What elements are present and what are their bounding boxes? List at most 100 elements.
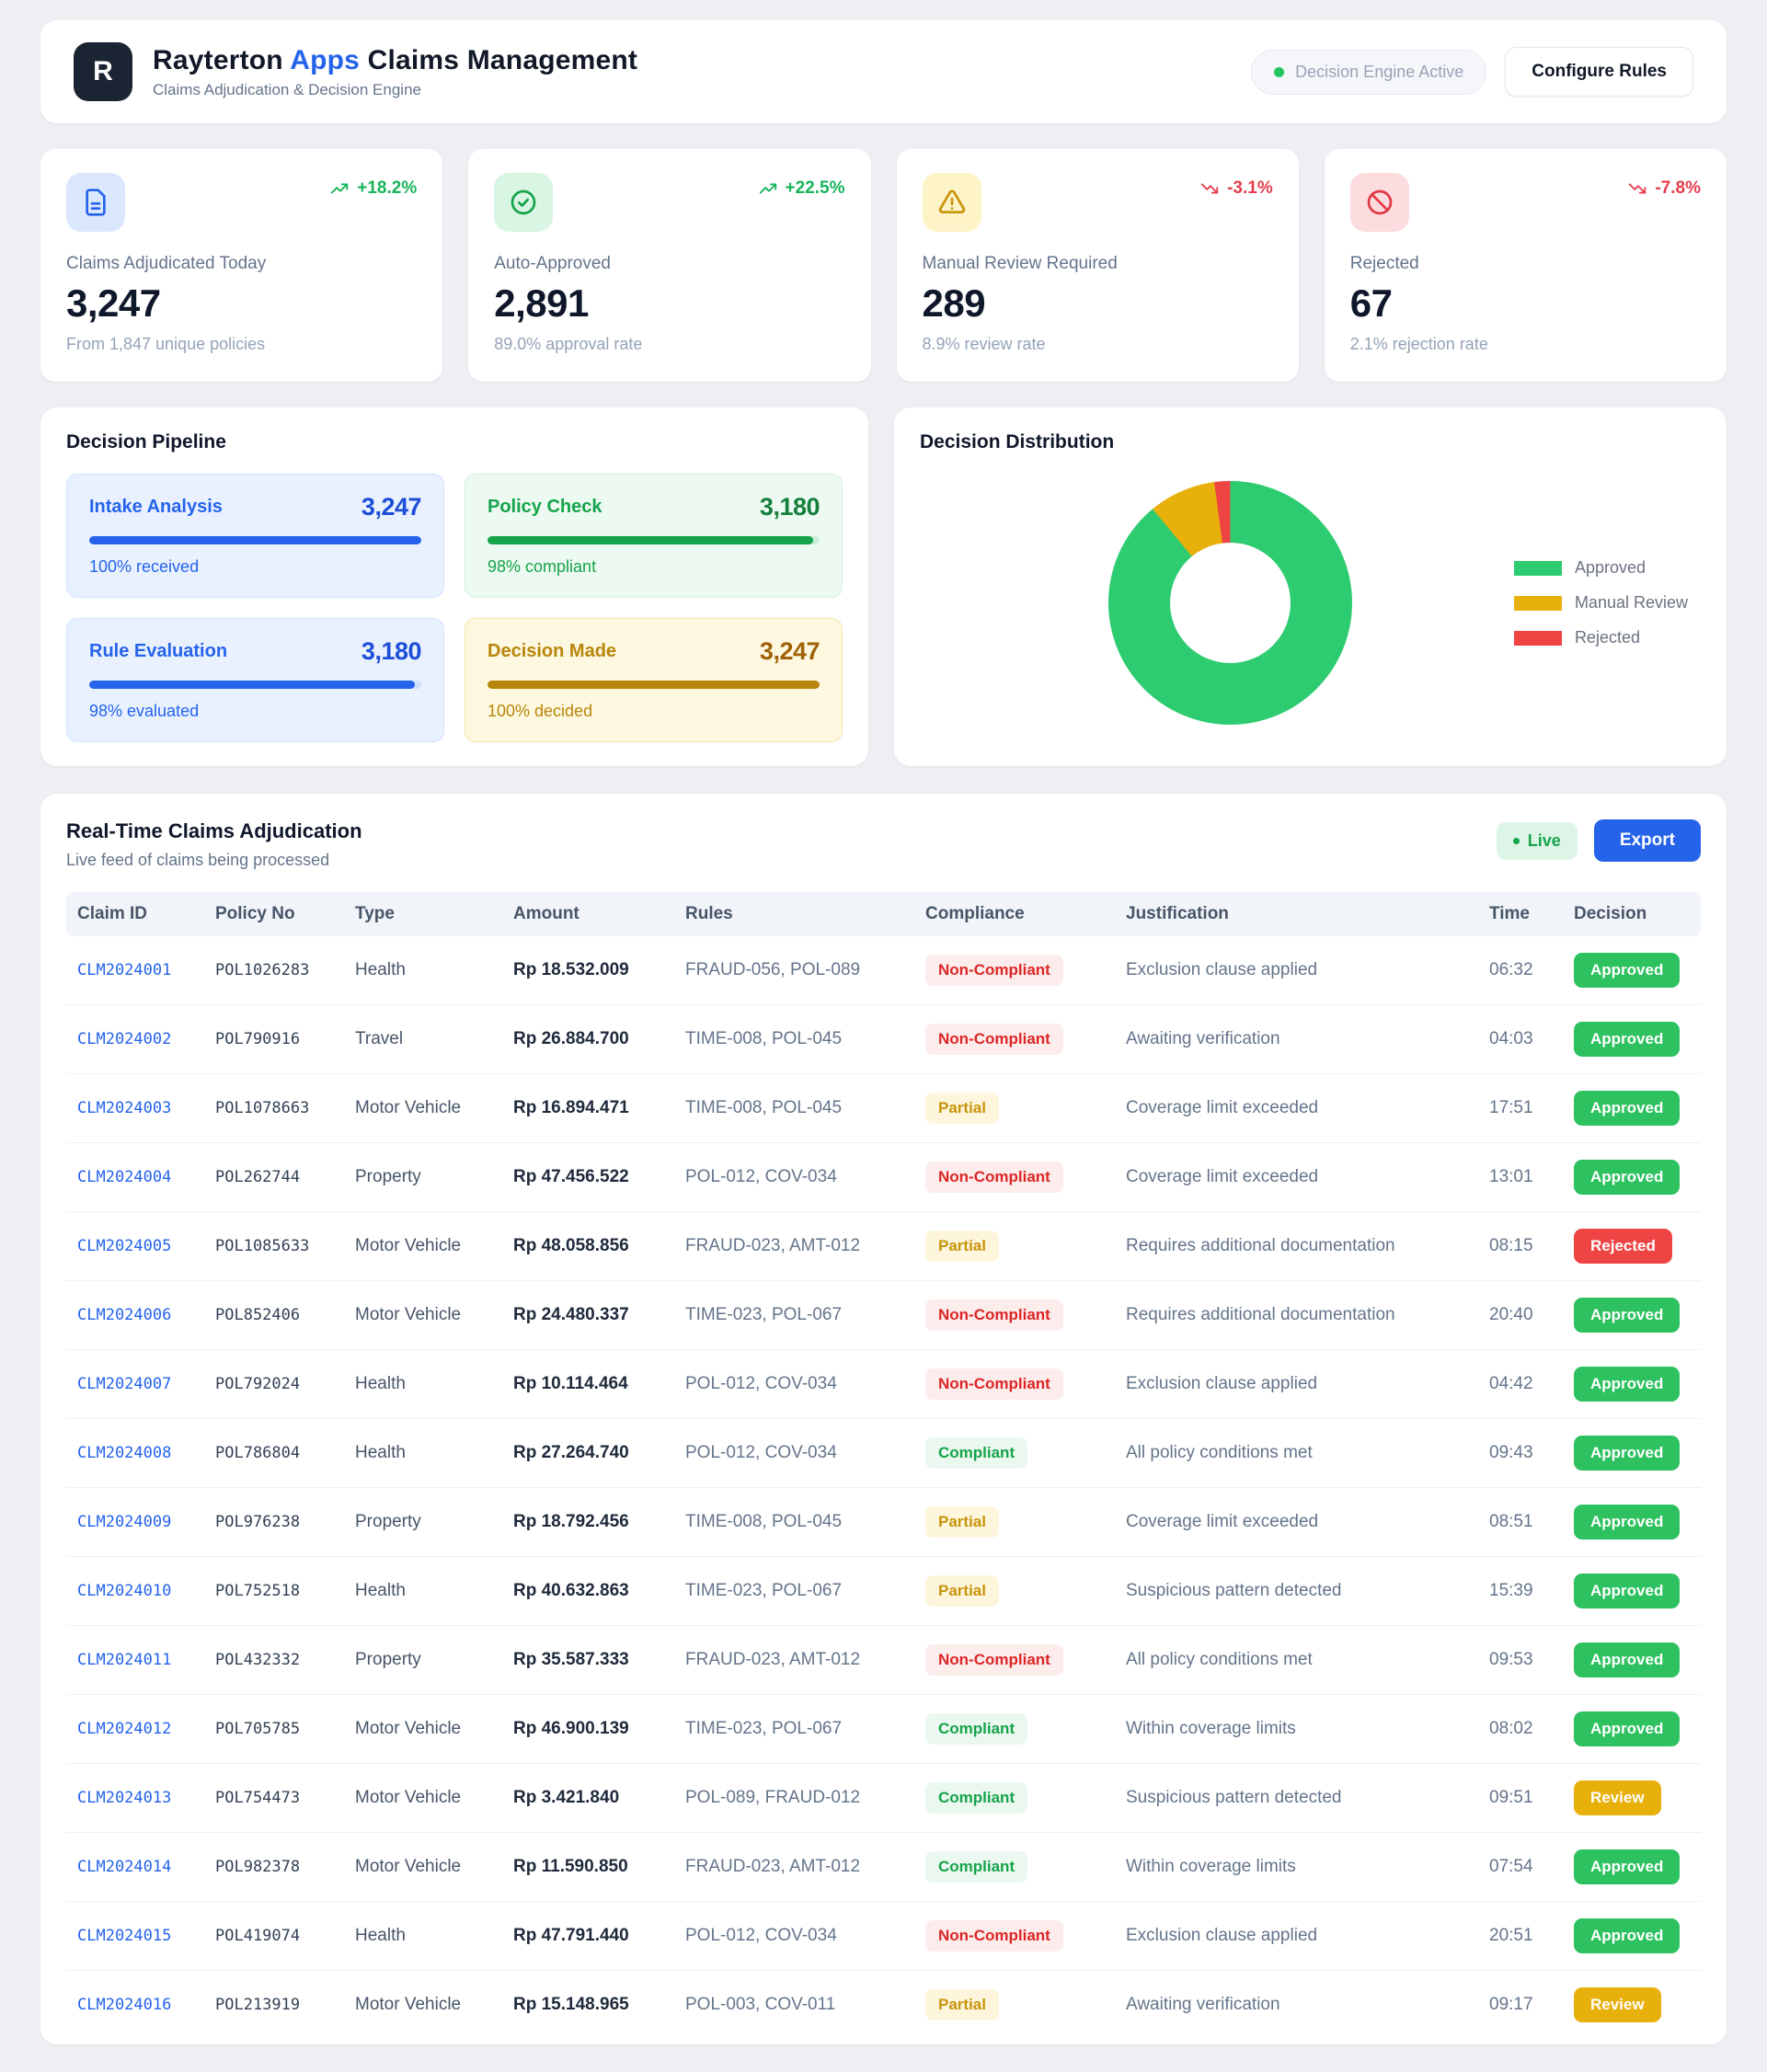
stat-subtext: 2.1% rejection rate <box>1350 335 1701 354</box>
page-title: Rayterton Apps Claims Management <box>153 45 637 76</box>
claim-id-link[interactable]: CLM2024007 <box>66 1358 204 1410</box>
stats-row: +18.2% Claims Adjudicated Today 3,247 Fr… <box>40 149 1727 382</box>
justification-text: All policy conditions met <box>1115 1633 1478 1687</box>
stage-progress-fill <box>488 681 820 689</box>
table-row: CLM2024012 POL705785 Motor Vehicle Rp 46… <box>66 1695 1701 1764</box>
claim-id-link[interactable]: CLM2024003 <box>66 1082 204 1134</box>
compliance-badge: Non-Compliant <box>925 1920 1063 1952</box>
justification-text: Suspicious pattern detected <box>1115 1771 1478 1825</box>
configure-rules-button[interactable]: Configure Rules <box>1505 47 1693 97</box>
rules-applied: FRAUD-023, AMT-012 <box>674 1219 914 1273</box>
export-button[interactable]: Export <box>1594 819 1701 862</box>
live-dot-icon <box>1513 838 1520 844</box>
stage-name: Intake Analysis <box>89 497 223 518</box>
decision-badge: Approved <box>1574 953 1680 988</box>
claim-type: Motor Vehicle <box>344 1288 502 1342</box>
decision-pipeline-panel: Decision Pipeline Intake Analysis 3,247 … <box>40 407 868 766</box>
decision-badge: Approved <box>1574 1436 1680 1471</box>
decision-distribution-panel: Decision Distribution ApprovedManual Rev… <box>894 407 1727 766</box>
stat-subtext: 8.9% review rate <box>923 335 1273 354</box>
table-row: CLM2024015 POL419074 Health Rp 47.791.44… <box>66 1902 1701 1971</box>
status-label: Decision Engine Active <box>1295 63 1463 82</box>
claim-time: 07:54 <box>1478 1840 1563 1894</box>
claim-type: Property <box>344 1633 502 1687</box>
stage-progress-fill <box>488 536 813 544</box>
claim-id-link[interactable]: CLM2024006 <box>66 1289 204 1341</box>
decision-badge: Approved <box>1574 1298 1680 1333</box>
claim-time: 09:53 <box>1478 1633 1563 1687</box>
justification-text: Coverage limit exceeded <box>1115 1082 1478 1135</box>
claim-id-link[interactable]: CLM2024010 <box>66 1565 204 1617</box>
claim-type: Motor Vehicle <box>344 1978 502 2032</box>
table-subtitle: Live feed of claims being processed <box>66 851 362 870</box>
trend-indicator: +22.5% <box>758 178 845 199</box>
claim-amount: Rp 35.587.333 <box>502 1633 674 1687</box>
policy-no: POL852406 <box>204 1289 344 1341</box>
rules-applied: POL-012, COV-034 <box>674 1150 914 1204</box>
claim-id-link[interactable]: CLM2024016 <box>66 1979 204 2031</box>
claim-type: Health <box>344 944 502 997</box>
claim-id-link[interactable]: CLM2024004 <box>66 1151 204 1203</box>
stat-icon <box>509 188 538 217</box>
claim-id-link[interactable]: CLM2024005 <box>66 1220 204 1272</box>
justification-text: Coverage limit exceeded <box>1115 1495 1478 1549</box>
claim-type: Health <box>344 1357 502 1411</box>
claim-id-link[interactable]: CLM2024015 <box>66 1910 204 1962</box>
table-row: CLM2024016 POL213919 Motor Vehicle Rp 15… <box>66 1971 1701 2039</box>
stage-progress-track <box>89 536 421 544</box>
trend-indicator: -3.1% <box>1199 178 1273 199</box>
claim-id-link[interactable]: CLM2024009 <box>66 1496 204 1548</box>
legend-item: Manual Review <box>1514 593 1688 612</box>
live-label: Live <box>1528 831 1561 851</box>
claim-time: 20:40 <box>1478 1288 1563 1342</box>
policy-no: POL1085633 <box>204 1220 344 1272</box>
distribution-chart-area: ApprovedManual ReviewRejected <box>920 453 1701 730</box>
policy-no: POL786804 <box>204 1427 344 1479</box>
claim-id-link[interactable]: CLM2024001 <box>66 944 204 996</box>
claim-type: Health <box>344 1426 502 1480</box>
stage-subtext: 100% received <box>89 557 421 577</box>
stage-subtext: 98% compliant <box>488 557 820 577</box>
trend-value: -3.1% <box>1227 178 1273 199</box>
claim-amount: Rp 26.884.700 <box>502 1013 674 1066</box>
justification-text: Requires additional documentation <box>1115 1219 1478 1273</box>
legend-swatch <box>1514 561 1562 576</box>
claim-time: 20:51 <box>1478 1909 1563 1963</box>
table-row: CLM2024001 POL1026283 Health Rp 18.532.0… <box>66 936 1701 1005</box>
claim-time: 06:32 <box>1478 944 1563 997</box>
legend-label: Rejected <box>1575 628 1640 647</box>
justification-text: Awaiting verification <box>1115 1978 1478 2032</box>
claim-type: Property <box>344 1150 502 1204</box>
claim-amount: Rp 18.532.009 <box>502 944 674 997</box>
claim-time: 09:17 <box>1478 1978 1563 2032</box>
stage-name: Decision Made <box>488 641 616 662</box>
table-title: Real-Time Claims Adjudication <box>66 819 362 843</box>
trend-up-icon <box>329 178 350 199</box>
stat-value: 3,247 <box>66 281 417 326</box>
stage-subtext: 98% evaluated <box>89 702 421 721</box>
justification-text: Exclusion clause applied <box>1115 1357 1478 1411</box>
claim-id-link[interactable]: CLM2024014 <box>66 1841 204 1893</box>
table-row: CLM2024002 POL790916 Travel Rp 26.884.70… <box>66 1005 1701 1074</box>
table-row: CLM2024013 POL754473 Motor Vehicle Rp 3.… <box>66 1764 1701 1833</box>
table-column-headers: Claim ID Policy No Type Amount Rules Com… <box>66 892 1701 936</box>
claim-amount: Rp 47.456.522 <box>502 1150 674 1204</box>
claim-type: Health <box>344 1564 502 1618</box>
stat-icon <box>81 188 110 217</box>
claim-id-link[interactable]: CLM2024012 <box>66 1703 204 1755</box>
claim-id-link[interactable]: CLM2024002 <box>66 1013 204 1065</box>
claim-time: 15:39 <box>1478 1564 1563 1618</box>
claim-type: Property <box>344 1495 502 1549</box>
trend-up-icon <box>758 178 778 199</box>
table-row: CLM2024004 POL262744 Property Rp 47.456.… <box>66 1143 1701 1212</box>
table-row: CLM2024011 POL432332 Property Rp 35.587.… <box>66 1626 1701 1695</box>
brand-text: Rayterton Apps Claims Management Claims … <box>153 45 637 99</box>
policy-no: POL792024 <box>204 1358 344 1410</box>
claim-id-link[interactable]: CLM2024011 <box>66 1634 204 1686</box>
pipeline-stages: Intake Analysis 3,247 100% received Poli… <box>66 474 843 742</box>
claim-id-link[interactable]: CLM2024008 <box>66 1427 204 1479</box>
rules-applied: FRAUD-023, AMT-012 <box>674 1840 914 1894</box>
claim-id-link[interactable]: CLM2024013 <box>66 1772 204 1824</box>
pipeline-stage-card: Decision Made 3,247 100% decided <box>465 618 843 742</box>
claim-amount: Rp 16.894.471 <box>502 1082 674 1135</box>
